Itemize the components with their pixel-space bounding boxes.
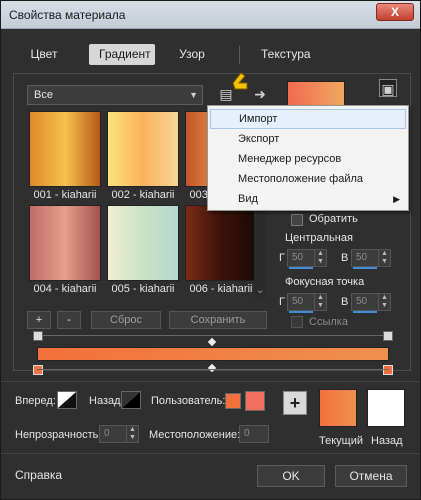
preview-style-icon[interactable]: ▣: [379, 79, 397, 97]
opacity-spinner[interactable]: 0 ▲ ▼: [99, 425, 139, 443]
center-point-label: Центральная: [285, 232, 353, 244]
forward-swatch[interactable]: [57, 391, 77, 409]
focal-v-label: В: [341, 296, 349, 308]
user-swatch-current[interactable]: [225, 393, 241, 409]
location-label: Местоположение:: [149, 429, 241, 441]
arrow-right-icon[interactable]: ➜: [251, 85, 269, 103]
chevron-down-icon: ▼: [189, 90, 198, 100]
gradient-tile-005[interactable]: [107, 205, 179, 281]
backward-label: Назад:: [89, 395, 124, 407]
spin-arrows-icon[interactable]: ▲ ▼: [314, 294, 326, 310]
focal-point-label: Фокусная точка: [285, 276, 365, 288]
previous-label: Назад: [371, 435, 403, 447]
link-checkbox[interactable]: [291, 316, 303, 328]
add-to-swatches-button[interactable]: +: [283, 391, 307, 415]
ok-button[interactable]: OK: [257, 465, 325, 487]
invert-checkbox[interactable]: [291, 214, 303, 226]
close-button[interactable]: X: [376, 3, 414, 21]
tab-color[interactable]: Цвет: [19, 44, 69, 65]
add-gradient-button[interactable]: +: [27, 311, 51, 329]
menu-item-view[interactable]: Вид ▶: [210, 189, 406, 209]
gradient-label-001: 001 - kiaharii: [33, 189, 97, 201]
menu-item-resource-manager[interactable]: Менеджер ресурсов: [210, 149, 406, 169]
save-button[interactable]: Сохранить: [169, 311, 267, 329]
material-properties-window: Свойства материала X Цвет Градиент Узор …: [0, 0, 421, 500]
gradient-label-005: 005 - kiaharii: [111, 283, 175, 295]
scroll-down-icon[interactable]: ⌄: [256, 285, 264, 296]
gradient-label-006: 006 - kiaharii: [189, 283, 253, 295]
cancel-button[interactable]: Отмена: [335, 465, 407, 487]
menu-item-export[interactable]: Экспорт: [210, 129, 406, 149]
gradient-label-002: 002 - kiaharii: [111, 189, 175, 201]
spin-arrows-icon[interactable]: ▲ ▼: [314, 250, 326, 266]
category-dropdown[interactable]: Все ▼: [27, 85, 203, 105]
gradient-label-004: 004 - kiaharii: [33, 283, 97, 295]
tab-texture[interactable]: Текстура: [251, 44, 319, 65]
forward-label: Вперед:: [15, 395, 56, 407]
current-swatch[interactable]: [319, 389, 357, 427]
gradient-tile-004[interactable]: [29, 205, 101, 281]
backward-swatch[interactable]: [121, 391, 141, 409]
center-g-spinner[interactable]: 50 ▲ ▼: [287, 249, 327, 267]
center-g-label: Г: [279, 252, 285, 264]
menu-item-file-location[interactable]: Местоположение файла: [210, 169, 406, 189]
focal-v-slider[interactable]: [353, 311, 377, 313]
backward-triangle-icon: [122, 392, 140, 408]
gradient-tile-002[interactable]: [107, 111, 179, 187]
invert-label: Обратить: [309, 213, 358, 225]
current-label: Текущий: [319, 435, 363, 447]
gradient-editor-bar[interactable]: [37, 347, 389, 361]
center-g-slider[interactable]: [289, 267, 313, 269]
focal-g-spinner[interactable]: 50 ▲ ▼: [287, 293, 327, 311]
focal-g-label: Г: [279, 296, 285, 308]
user-swatch-previous[interactable]: [245, 391, 265, 411]
window-title: Свойства материала: [9, 8, 126, 22]
spin-arrows-icon[interactable]: ▲ ▼: [378, 294, 390, 310]
color-stop-right[interactable]: [383, 365, 393, 375]
opacity-label: Непрозрачность:: [15, 429, 102, 441]
spin-arrows-icon[interactable]: ▲ ▼: [378, 250, 390, 266]
opacity-stop-right[interactable]: [383, 331, 393, 341]
location-input[interactable]: 0: [239, 425, 269, 443]
tab-separator: [239, 46, 240, 64]
opacity-stop-left[interactable]: [33, 331, 43, 341]
gradient-tile-001[interactable]: [29, 111, 101, 187]
submenu-arrow-icon: ▶: [393, 194, 400, 204]
tab-gradient[interactable]: Градиент: [89, 44, 155, 65]
footer-divider: [1, 453, 420, 454]
stop-track-bottom: [37, 369, 389, 370]
center-v-spinner[interactable]: 50 ▲ ▼: [351, 249, 391, 267]
remove-gradient-button[interactable]: -: [57, 311, 81, 329]
menu-item-import[interactable]: Импорт: [210, 109, 406, 129]
color-stop-left[interactable]: [33, 365, 43, 375]
focal-v-spinner[interactable]: 50 ▲ ▼: [351, 293, 391, 311]
focal-g-slider[interactable]: [289, 311, 313, 313]
center-v-label: В: [341, 252, 349, 264]
previous-swatch[interactable]: [367, 389, 405, 427]
spin-arrows-icon[interactable]: ▲ ▼: [126, 426, 138, 442]
context-menu: Импорт Экспорт Менеджер ресурсов Местопо…: [207, 105, 409, 211]
user-label: Пользователь:: [151, 395, 226, 407]
title-bar: Свойства материала X: [1, 1, 420, 29]
link-label: Ссылка: [309, 316, 348, 328]
center-v-slider[interactable]: [353, 267, 377, 269]
gradient-tile-006[interactable]: [185, 205, 257, 281]
reset-button[interactable]: Сброс: [91, 311, 161, 329]
help-button[interactable]: Справка: [15, 465, 79, 487]
hand-cursor-icon: [232, 72, 248, 90]
section-divider: [1, 381, 420, 382]
category-value: Все: [34, 89, 53, 101]
tab-pattern[interactable]: Узор: [167, 44, 217, 65]
forward-triangle-icon: [58, 392, 76, 408]
stop-track-top: [37, 335, 389, 336]
